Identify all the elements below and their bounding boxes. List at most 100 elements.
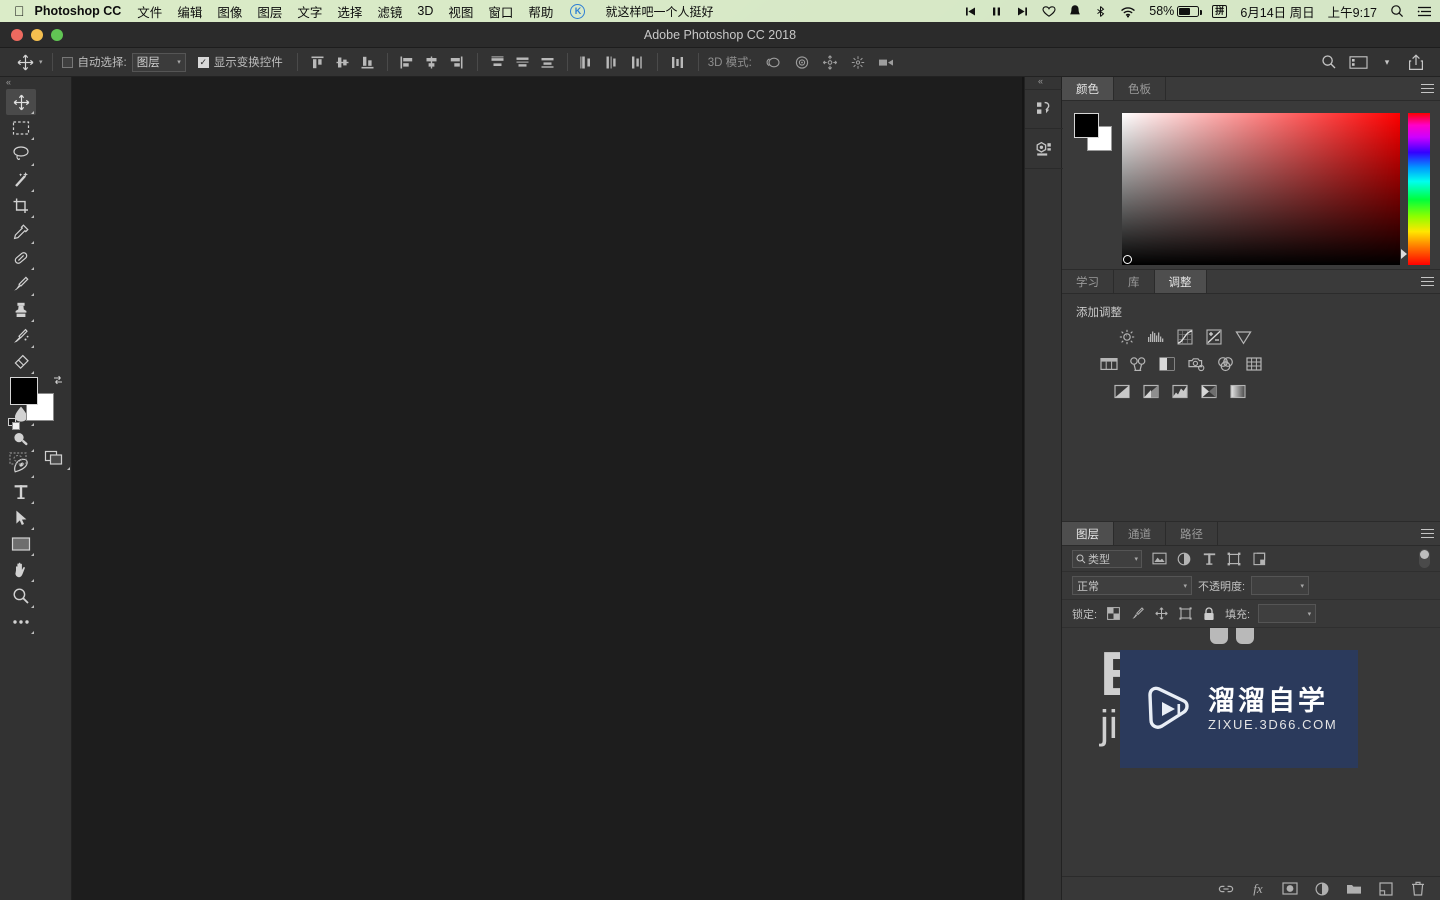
spot-healing-brush-tool[interactable] — [6, 245, 36, 271]
wifi-icon[interactable] — [1120, 5, 1136, 18]
move-tool-icon[interactable] — [14, 52, 36, 72]
color-picker-handle[interactable] — [1123, 255, 1132, 264]
adjustments-panel-tabs[interactable]: 学习 库 调整 — [1062, 270, 1440, 294]
align-buttons-group[interactable] — [307, 52, 468, 72]
new-layer-icon[interactable] — [1378, 881, 1394, 897]
tab-channels[interactable]: 通道 — [1114, 522, 1166, 545]
adjustment-icon-rows[interactable] — [1062, 328, 1440, 400]
filter-pixel-icon[interactable] — [1151, 551, 1167, 567]
menu-item-3d[interactable]: 3D — [417, 4, 433, 18]
link-layers-icon[interactable] — [1218, 881, 1234, 897]
color-picker-field[interactable] — [1122, 113, 1400, 265]
layers-bottom-toolbar[interactable]: fx — [1062, 876, 1440, 900]
distribute-buttons-group[interactable] — [487, 52, 648, 72]
show-transform-controls-checkbox[interactable] — [197, 56, 209, 68]
vibrance-icon[interactable] — [1234, 328, 1252, 346]
black-white-icon[interactable] — [1158, 355, 1176, 373]
distribute-bottom-edges-icon[interactable] — [537, 52, 559, 72]
tool-preset-chevron-down-icon[interactable]: ▾ — [39, 58, 43, 66]
lock-bar[interactable]: 锁定: 填充: ▾ — [1062, 600, 1440, 628]
media-prev-icon[interactable] — [964, 5, 977, 18]
window-minimize-button[interactable] — [31, 28, 43, 41]
menu-item-file[interactable]: 文件 — [137, 2, 162, 21]
lock-position-icon[interactable] — [1153, 606, 1169, 622]
brush-tool[interactable] — [6, 271, 36, 297]
distribute-vertical-centers-icon[interactable] — [512, 52, 534, 72]
panel-menu-icon[interactable] — [1414, 270, 1440, 293]
fill-field[interactable]: ▾ — [1258, 604, 1317, 623]
distribute-top-edges-icon[interactable] — [487, 52, 509, 72]
kuaishou-status-icon[interactable]: K — [570, 3, 586, 19]
hand-tool[interactable] — [6, 557, 36, 583]
align-top-edges-icon[interactable] — [307, 52, 329, 72]
collapse-panel-icon[interactable]: « — [6, 77, 11, 87]
properties-panel-icon[interactable] — [1025, 129, 1063, 169]
chevron-down-icon[interactable]: ▾ — [1375, 51, 1399, 73]
color-panel-swatches[interactable] — [1074, 113, 1112, 151]
brightness-contrast-icon[interactable] — [1118, 328, 1136, 346]
menu-item-edit[interactable]: 编辑 — [177, 2, 202, 21]
align-distribute-spacing-icon[interactable] — [667, 52, 689, 72]
hue-slider-handle[interactable] — [1401, 249, 1407, 259]
media-next-icon[interactable] — [1016, 5, 1029, 18]
invert-icon[interactable] — [1113, 382, 1131, 400]
gradient-map-icon[interactable] — [1200, 382, 1218, 400]
blend-mode-dropdown[interactable]: 正常 ▾ — [1072, 576, 1192, 595]
collapsed-panel-dock[interactable]: « — [1024, 76, 1063, 900]
align-bottom-edges-icon[interactable] — [357, 52, 379, 72]
tab-color[interactable]: 颜色 — [1062, 77, 1114, 100]
bluetooth-icon[interactable] — [1094, 5, 1107, 18]
blend-opacity-bar[interactable]: 正常 ▾ 不透明度: ▾ — [1062, 572, 1440, 600]
menu-app-name[interactable]: Photoshop CC — [35, 4, 122, 18]
scale-3d-object-icon[interactable] — [875, 52, 897, 72]
color-panel-body[interactable] — [1062, 101, 1440, 269]
auto-select-checkbox[interactable] — [61, 56, 73, 68]
layers-panel-tabs[interactable]: 图层 通道 路径 — [1062, 522, 1440, 546]
swap-colors-icon[interactable] — [52, 374, 64, 386]
distribute-right-edges-icon[interactable] — [626, 52, 648, 72]
photo-filter-icon[interactable] — [1187, 355, 1205, 373]
panel-menu-icon[interactable] — [1414, 77, 1440, 100]
distribute-horizontal-centers-icon[interactable] — [601, 52, 623, 72]
slide-3d-object-icon[interactable] — [847, 52, 869, 72]
rectangle-tool[interactable] — [6, 531, 36, 557]
filter-adjustment-icon[interactable] — [1176, 551, 1192, 567]
align-left-edges-icon[interactable] — [396, 52, 418, 72]
menu-item-image[interactable]: 图像 — [217, 2, 242, 21]
color-panel-foreground-swatch[interactable] — [1074, 113, 1099, 138]
auto-select-target-dropdown[interactable]: 图层 ▾ — [131, 52, 186, 72]
add-layer-mask-icon[interactable] — [1282, 881, 1298, 897]
align-right-edges-icon[interactable] — [446, 52, 468, 72]
new-adjustment-layer-icon[interactable] — [1314, 881, 1330, 897]
rectangular-marquee-tool[interactable] — [6, 115, 36, 141]
workspace-icon[interactable] — [1346, 51, 1370, 73]
menu-item-type[interactable]: 文字 — [297, 2, 322, 21]
window-controls[interactable] — [0, 28, 63, 41]
options-bar-right-actions[interactable]: ▾ — [1317, 51, 1440, 73]
notification-center-icon[interactable] — [1417, 5, 1432, 18]
distribute-left-edges-icon[interactable] — [576, 52, 598, 72]
tab-layers[interactable]: 图层 — [1062, 522, 1114, 545]
layer-style-fx-icon[interactable]: fx — [1250, 881, 1266, 897]
levels-icon[interactable] — [1147, 328, 1165, 346]
selective-color-icon[interactable] — [1229, 382, 1247, 400]
filter-enable-toggle[interactable] — [1419, 549, 1430, 568]
layer-filter-bar[interactable]: 类型 ▾ — [1062, 546, 1440, 572]
path-selection-tool[interactable] — [6, 505, 36, 531]
eraser-tool[interactable] — [6, 349, 36, 375]
rotate-3d-object-icon[interactable] — [763, 52, 785, 72]
menu-item-filter[interactable]: 滤镜 — [377, 2, 402, 21]
menu-item-layer[interactable]: 图层 — [257, 2, 282, 21]
posterize-icon[interactable] — [1142, 382, 1160, 400]
heart-icon[interactable] — [1042, 5, 1056, 18]
eyedropper-tool[interactable] — [6, 219, 36, 245]
tab-paths[interactable]: 路径 — [1166, 522, 1218, 545]
lasso-tool[interactable] — [6, 141, 36, 167]
history-panel-icon[interactable] — [1025, 89, 1063, 129]
adjustment-row-1[interactable] — [1100, 328, 1440, 346]
hue-saturation-icon[interactable] — [1100, 355, 1118, 373]
color-lookup-icon[interactable] — [1245, 355, 1263, 373]
lock-artboard-nesting-icon[interactable] — [1177, 606, 1193, 622]
delete-layer-icon[interactable] — [1410, 881, 1426, 897]
spotlight-search-icon[interactable] — [1390, 4, 1404, 18]
